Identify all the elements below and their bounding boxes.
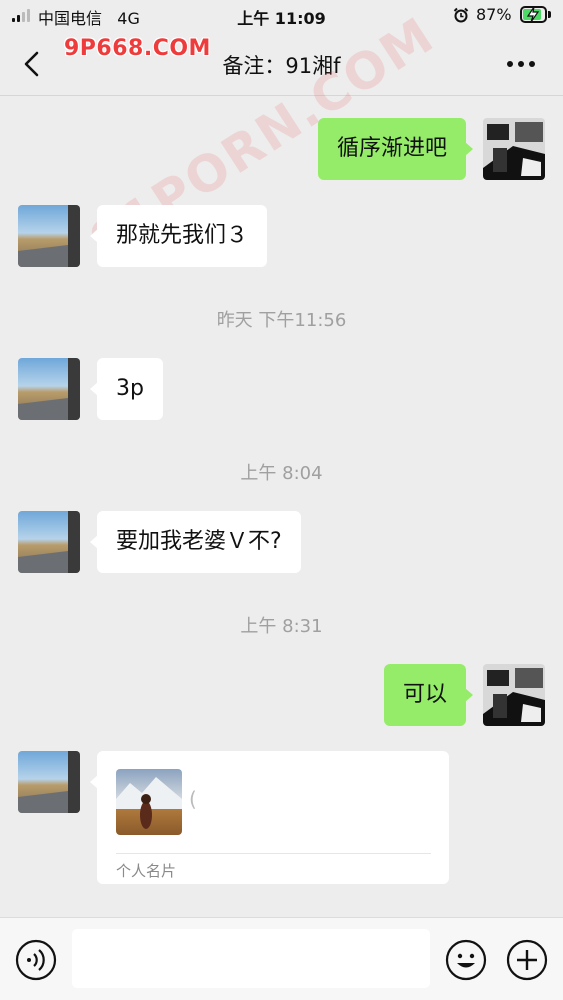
contact-avatar[interactable] — [18, 358, 80, 420]
plus-icon[interactable] — [506, 939, 548, 981]
chat-header: 备注：91湘f — [0, 32, 563, 96]
carrier-network: 中国电信 4G — [38, 5, 140, 29]
timestamp: 上午 8:04 — [240, 463, 323, 484]
timestamp: 昨天 下午11:56 — [216, 310, 347, 331]
my-avatar[interactable] — [483, 118, 545, 180]
card-divider — [116, 853, 431, 854]
network-type: 4G — [117, 9, 140, 28]
message-bubble-incoming[interactable]: 要加我老婆Ｖ不? — [90, 511, 301, 573]
message-bubble-outgoing[interactable]: 可以 — [383, 664, 474, 726]
alarm-icon — [453, 7, 469, 23]
emoji-icon[interactable] — [445, 939, 487, 981]
card-photo — [116, 769, 182, 835]
battery-percent: 87% — [476, 5, 512, 24]
card-type-label: 个人名片 — [116, 862, 177, 880]
message-bubble-outgoing[interactable]: 循序渐进吧 — [317, 118, 474, 180]
chat-title: 备注：91湘f — [222, 54, 341, 78]
signal-icon — [12, 9, 30, 22]
charging-bolt-icon — [526, 6, 540, 23]
message-bubble-incoming[interactable]: 3p — [90, 358, 163, 420]
status-bar: 中国电信 4G 上午 11:09 87% — [0, 0, 563, 32]
card-contact-name: ( — [189, 787, 197, 811]
voice-icon[interactable] — [15, 939, 57, 981]
message-bubble-incoming[interactable]: 那就先我们３ — [89, 205, 268, 267]
timestamp: 上午 8:31 — [240, 616, 323, 637]
contact-avatar[interactable] — [18, 511, 80, 573]
contact-avatar[interactable] — [18, 751, 80, 813]
contact-avatar[interactable] — [18, 205, 80, 267]
input-bar — [0, 917, 563, 1000]
message-input[interactable] — [72, 929, 430, 988]
carrier-name: 中国电信 — [38, 9, 103, 28]
my-avatar[interactable] — [483, 664, 545, 726]
more-button[interactable] — [502, 50, 542, 78]
contact-card[interactable]: ( 个人名片 — [90, 751, 449, 884]
